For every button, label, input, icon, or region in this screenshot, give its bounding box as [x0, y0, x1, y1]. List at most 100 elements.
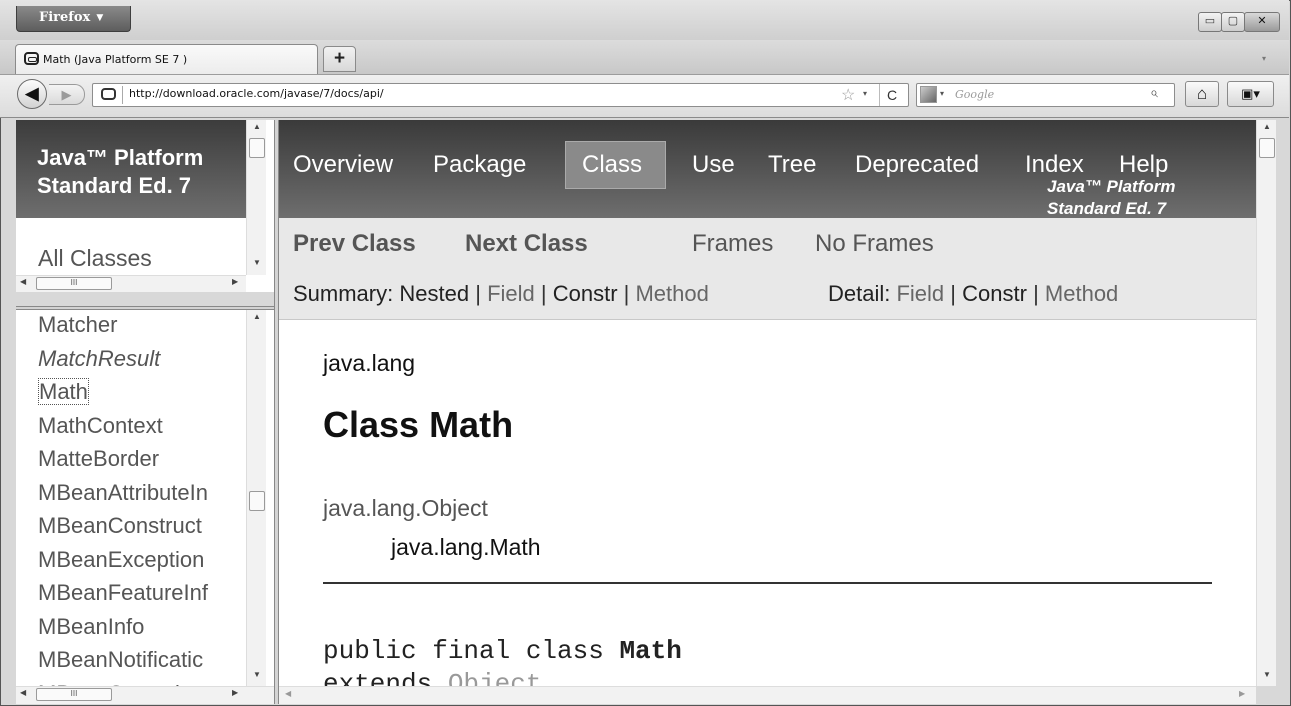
class-link-label: MBeanAttributeIn — [38, 479, 208, 505]
home-icon: ⌂ — [1196, 84, 1208, 103]
class-list-item[interactable]: MBeanFeatureInf — [38, 578, 256, 612]
firefox-menu-label: Firefox — [39, 10, 91, 25]
class-link-label: MBeanException — [38, 546, 205, 572]
separator: | — [950, 281, 957, 306]
next-class-label: Next Class — [465, 230, 588, 257]
search-input-placeholder[interactable]: Google — [955, 88, 994, 101]
class-list-item[interactable]: MatteBorder — [38, 444, 256, 478]
packages-frame-horizontal-scrollbar[interactable]: ◀ III ▶ — [16, 275, 246, 292]
nav-class-current: Class — [582, 151, 643, 178]
class-frame-horizontal-scrollbar[interactable]: ◀ ▶ — [279, 686, 1256, 704]
scroll-left-icon[interactable]: ◀ — [285, 689, 291, 698]
no-frames-link[interactable]: No Frames — [815, 230, 934, 258]
class-link-label: Math — [38, 378, 89, 405]
bookmarks-menu-button[interactable]: ▣▾ — [1227, 81, 1274, 107]
summary-method-link[interactable]: Method — [635, 281, 708, 306]
class-list-item[interactable]: MBeanInfo — [38, 612, 256, 646]
minimize-button[interactable]: ▭ — [1198, 12, 1222, 32]
separator: | — [540, 281, 547, 306]
scroll-thumb[interactable] — [1259, 138, 1275, 158]
url-history-dropdown-icon[interactable]: ▾ — [863, 89, 867, 98]
firefox-menu-button[interactable]: Firefox ▼ — [16, 6, 131, 32]
scroll-down-icon[interactable]: ▼ — [247, 670, 267, 679]
classes-frame-horizontal-scrollbar[interactable]: ◀ III ▶ — [16, 686, 274, 704]
class-list-item[interactable]: Matcher — [38, 310, 256, 344]
site-identity-button[interactable] — [96, 86, 123, 104]
maximize-button[interactable]: ▢ — [1221, 12, 1245, 32]
class-list: Matcher MatchResult Math MathContext MatteBo… — [38, 310, 256, 704]
tab-math[interactable]: Math (Java Platform SE 7 ) — [15, 44, 318, 74]
class-list-item[interactable]: MBeanException — [38, 545, 256, 579]
class-list-item[interactable]: MBeanConstruct — [38, 511, 256, 545]
scroll-left-icon[interactable]: ◀ — [20, 688, 26, 697]
class-list-item[interactable]: MatchResult — [38, 344, 256, 378]
superclass-link[interactable]: Object — [448, 669, 542, 687]
detail-label: Detail: — [828, 281, 891, 306]
horizontal-rule — [323, 582, 1212, 584]
package-name: java.lang — [323, 350, 416, 376]
detail-method-link[interactable]: Method — [1045, 281, 1118, 306]
nav-package-link[interactable]: Package — [433, 151, 526, 179]
platform-title-right: Java™ Platform Standard Ed. 7 — [1047, 177, 1176, 218]
inheritance-parent-link[interactable]: java.lang.Object — [323, 495, 488, 522]
new-tab-button[interactable]: + — [323, 46, 356, 72]
scroll-up-icon[interactable]: ▲ — [247, 122, 267, 131]
scroll-up-icon[interactable]: ▲ — [247, 312, 267, 321]
separator: | — [475, 281, 481, 306]
forward-button[interactable]: ▶ — [49, 84, 85, 105]
bookmark-star-icon[interactable]: ☆ — [841, 85, 855, 105]
home-button[interactable]: ⌂ — [1185, 81, 1219, 107]
reload-button[interactable]: C — [879, 84, 904, 106]
class-list-item[interactable]: MBeanNotificatic — [38, 645, 256, 679]
nav-deprecated-link[interactable]: Deprecated — [855, 151, 979, 179]
back-button[interactable]: ◀ — [17, 79, 47, 109]
packages-frame-vertical-scrollbar[interactable]: ▲ ▼ — [246, 120, 266, 275]
detail-field-link[interactable]: Field — [896, 281, 944, 306]
all-classes-link[interactable]: All Classes — [38, 245, 152, 272]
url-text[interactable]: http://download.oracle.com/javase/7/docs… — [129, 87, 384, 100]
nav-help-link[interactable]: Help — [1119, 151, 1168, 179]
class-list-item[interactable]: MathContext — [38, 411, 256, 445]
separator: | — [1033, 281, 1039, 306]
scroll-down-icon[interactable]: ▼ — [1263, 670, 1271, 679]
class-link-label: MBeanFeatureInf — [38, 580, 208, 605]
oracle-favicon-icon — [24, 52, 39, 65]
frames-link[interactable]: Frames — [692, 230, 773, 258]
scroll-right-icon[interactable]: ▶ — [232, 277, 238, 286]
class-list-item[interactable]: Math — [38, 377, 256, 411]
class-frame-vertical-scrollbar[interactable]: ▲ ▼ — [1256, 120, 1276, 686]
class-link-label: MatchResult — [38, 345, 161, 371]
nav-index-link[interactable]: Index — [1025, 151, 1084, 179]
search-engine-icon[interactable] — [920, 86, 937, 103]
scroll-down-icon[interactable]: ▼ — [247, 258, 267, 267]
class-link-label: MatteBorder — [38, 446, 160, 471]
nav-overview-link[interactable]: Overview — [293, 151, 393, 179]
summary-line: Summary: Nested | Field | Constr | Metho… — [293, 281, 709, 307]
scroll-up-icon[interactable]: ▲ — [1263, 122, 1271, 131]
class-list-item[interactable]: MBeanAttributeIn — [38, 478, 256, 512]
classes-frame-vertical-scrollbar[interactable]: ▲ ▼ — [246, 310, 266, 686]
scroll-thumb[interactable]: III — [36, 688, 112, 701]
search-engine-dropdown-icon[interactable]: ▾ — [940, 89, 944, 98]
scroll-thumb[interactable]: III — [36, 277, 112, 290]
chevron-down-icon: ▼ — [96, 13, 104, 23]
scroll-right-icon[interactable]: ▶ — [232, 688, 238, 697]
platform-title: Java™ Platform Standard Ed. 7 — [37, 145, 204, 198]
back-arrow-icon: ◀ — [25, 84, 39, 103]
nav-use-link[interactable]: Use — [692, 151, 735, 179]
scroll-left-icon[interactable]: ◀ — [20, 277, 26, 286]
detail-line: Detail: Field | Constr | Method — [828, 281, 1118, 307]
search-icon[interactable]: ⌕ — [1150, 84, 1158, 101]
class-link-label: MBeanNotificatic — [38, 647, 204, 672]
separator: | — [623, 281, 630, 306]
summary-field-link[interactable]: Field — [487, 281, 535, 306]
scroll-thumb[interactable] — [249, 491, 265, 511]
scroll-thumb[interactable] — [249, 138, 265, 158]
oracle-favicon-icon — [101, 88, 116, 100]
close-window-button[interactable]: ✕ — [1244, 12, 1280, 32]
scroll-right-icon[interactable]: ▶ — [1239, 689, 1245, 698]
nav-tree-link[interactable]: Tree — [768, 151, 816, 179]
class-title: Class Math — [323, 404, 514, 445]
inheritance-child: java.lang.Math — [391, 534, 541, 560]
list-all-tabs-icon[interactable]: ▾ — [1262, 54, 1266, 63]
